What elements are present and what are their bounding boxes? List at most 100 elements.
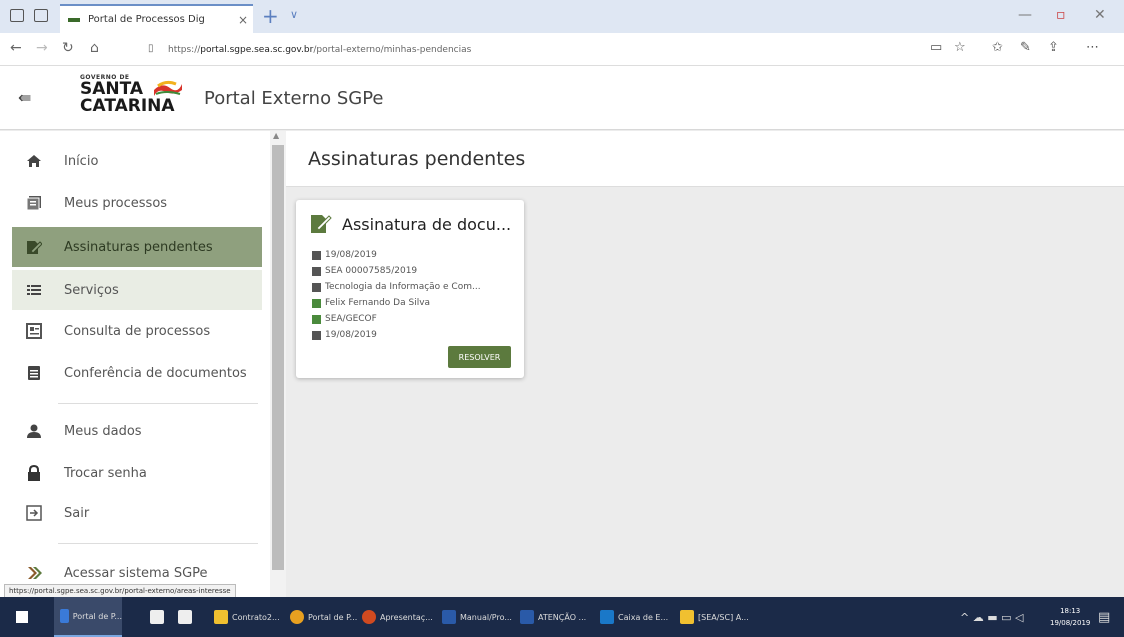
- card-unit-row: SEA/GECOF: [312, 314, 377, 324]
- taskbar-item[interactable]: Portal de P...: [290, 597, 357, 637]
- sidebar-item-consulta-processos[interactable]: Consulta de processos: [12, 311, 262, 351]
- sidebar-divider: [58, 543, 258, 544]
- taskbar-item-label: ATENÇÃO ...: [538, 612, 587, 622]
- taskbar-item-label: Caixa de E...: [618, 612, 669, 622]
- card-process-row: SEA 00007585/2019: [312, 266, 417, 276]
- card-date: 19/08/2019: [325, 250, 377, 260]
- sidebar-divider: [58, 403, 258, 404]
- taskbar-item-label: Manual/Pro...: [460, 612, 512, 622]
- card-process: SEA 00007585/2019: [325, 266, 418, 276]
- sidebar-item-label: Serviços: [64, 282, 119, 298]
- signature-icon: [311, 215, 332, 233]
- favorite-star-icon[interactable]: ☆: [954, 40, 966, 55]
- sidebar-item-inicio[interactable]: Início: [12, 141, 262, 181]
- tab-preview-icon[interactable]: [10, 9, 24, 22]
- favorites-bar-icon[interactable]: ✩: [992, 40, 1003, 55]
- tab-menu-icon[interactable]: ∨: [290, 8, 298, 21]
- maximize-icon[interactable]: ▫: [1056, 7, 1066, 23]
- card-person-row: Felix Fernando Da Silva: [312, 298, 430, 308]
- menu-collapse-icon[interactable]: ⇚: [18, 88, 31, 107]
- close-window-icon[interactable]: ✕: [1094, 7, 1106, 23]
- document-icon: [28, 366, 40, 380]
- sidebar-item-label: Meus processos: [64, 195, 168, 211]
- sidebar-item-trocar-senha[interactable]: Trocar senha: [12, 453, 262, 493]
- sidebar-item-label: Consulta de processos: [64, 323, 211, 339]
- edge-icon: [60, 609, 69, 623]
- building-icon: [312, 314, 321, 324]
- taskbar-item[interactable]: Apresentaç...: [362, 597, 433, 637]
- sidebar-item-assinaturas-pendentes[interactable]: Assinaturas pendentes: [12, 227, 262, 267]
- windows-start-icon[interactable]: [16, 611, 28, 623]
- user-icon: [27, 424, 41, 438]
- sidebar-item-meus-processos[interactable]: Meus processos: [12, 183, 262, 223]
- folder-icon: [680, 610, 694, 624]
- card-person: Felix Fernando Da Silva: [325, 298, 431, 308]
- status-bar-url: https://portal.sgpe.sea.sc.gov.br/portal…: [4, 584, 236, 598]
- tab-close-icon[interactable]: ×: [233, 13, 253, 27]
- taskbar-item[interactable]: Manual/Pro...: [442, 597, 512, 637]
- tray-icons[interactable]: ^ ☁ ▬ ▭ ◁: [960, 597, 1023, 637]
- store-icon: [150, 610, 164, 624]
- powerpoint-icon: [362, 610, 376, 624]
- page-header: Assinaturas pendentes: [286, 131, 1124, 187]
- taskbar-item[interactable]: Portal de P...: [54, 597, 122, 637]
- more-icon[interactable]: ⋯: [1086, 40, 1099, 55]
- word-icon: [442, 610, 456, 624]
- taskbar-item[interactable]: ATENÇÃO ...: [520, 597, 586, 637]
- card-deadline-row: 19/08/2019: [312, 330, 377, 340]
- forward-icon[interactable]: →: [36, 40, 48, 56]
- sidebar-item-servicos[interactable]: Serviços: [12, 270, 262, 310]
- card-title: Assinatura de docu...: [310, 214, 511, 234]
- share-icon[interactable]: ⇪: [1048, 40, 1059, 55]
- taskbar-item-label: Portal de P...: [308, 612, 358, 622]
- card-unit: SEA/GECOF: [325, 314, 377, 324]
- sidebar-item-meus-dados[interactable]: Meus dados: [12, 411, 262, 451]
- browser-tab-bar: Portal de Processos Dig × + ∨ — ▫ ✕: [0, 0, 1124, 33]
- card-subject-row: Tecnologia da Informação e Com...: [312, 282, 481, 292]
- list-icon: [312, 266, 321, 276]
- minimize-icon[interactable]: —: [1018, 7, 1032, 23]
- tab-title: Portal de Processos Dig: [88, 14, 205, 25]
- clock-time: 18:13: [1060, 607, 1081, 615]
- santa-catarina-logo: GOVERNO DE SANTA CATARINA: [80, 74, 200, 124]
- taskbar-item-label: [SEA/SC] A...: [698, 612, 749, 622]
- home-browser-icon[interactable]: ⌂: [90, 40, 99, 56]
- taskbar-mail[interactable]: [178, 597, 196, 637]
- browser-tab[interactable]: Portal de Processos Dig ×: [60, 4, 253, 33]
- sgpe-icon: [28, 567, 42, 579]
- url-prefix: https://: [168, 45, 201, 55]
- sidebar-item-label: Sair: [64, 505, 90, 521]
- refresh-icon[interactable]: ↻: [62, 40, 74, 56]
- taskbar-item[interactable]: Caixa de E...: [600, 597, 668, 637]
- chrome-icon: [290, 610, 304, 624]
- url-field[interactable]: https:// portal.sgpe.sea.sc.gov.br /port…: [168, 40, 968, 60]
- reading-view-icon[interactable]: ▭: [930, 40, 942, 55]
- set-aside-tabs-icon[interactable]: [34, 9, 48, 22]
- notification-icon[interactable]: ▤: [1098, 597, 1110, 637]
- card-subject: Tecnologia da Informação e Com...: [325, 282, 481, 292]
- address-bar: ← → ↻ ⌂ ▯ https:// portal.sgpe.sea.sc.go…: [0, 33, 1124, 66]
- pending-signature-card[interactable]: Assinatura de docu... 19/08/2019 SEA 000…: [296, 200, 524, 378]
- pen-icon[interactable]: ✎: [1020, 40, 1031, 55]
- app-title: Portal Externo SGPe: [204, 88, 384, 109]
- scrollbar-thumb[interactable]: [272, 145, 284, 570]
- system-clock[interactable]: 18:13 19/08/2019: [1050, 605, 1090, 629]
- sidebar-item-conferencia-documentos[interactable]: Conferência de documentos: [12, 353, 262, 393]
- back-icon[interactable]: ←: [10, 40, 22, 56]
- sidebar-item-sair[interactable]: Sair: [12, 493, 262, 533]
- sidebar-scrollbar[interactable]: ▲: [270, 131, 286, 597]
- new-tab-icon[interactable]: +: [262, 4, 279, 28]
- logout-icon: [26, 505, 42, 521]
- resolver-button[interactable]: RESOLVER: [448, 346, 511, 368]
- card-date-row: 19/08/2019: [312, 250, 377, 260]
- taskbar-item-label: Contrato2...: [232, 612, 280, 622]
- card-deadline: 19/08/2019: [325, 330, 377, 340]
- sidebar-item-label: Meus dados: [64, 423, 142, 439]
- taskbar-item[interactable]: [SEA/SC] A...: [680, 597, 749, 637]
- logo-line2: CATARINA: [80, 96, 175, 116]
- hourglass-icon: [312, 250, 321, 260]
- taskbar-store[interactable]: [150, 597, 168, 637]
- clock-date: 19/08/2019: [1050, 619, 1091, 627]
- taskbar-item[interactable]: Contrato2...: [214, 597, 280, 637]
- scroll-up-icon[interactable]: ▲: [273, 131, 279, 140]
